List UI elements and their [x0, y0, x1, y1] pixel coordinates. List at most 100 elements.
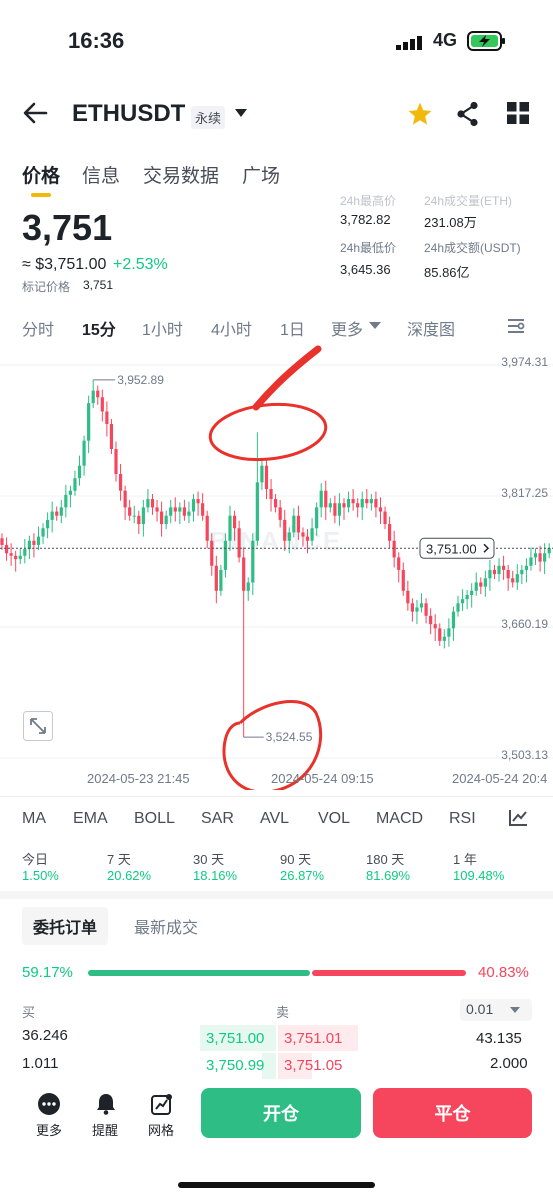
bottom-more-label[interactable]: 更多: [36, 1120, 62, 1139]
period-label: 7 天: [107, 852, 131, 867]
indicator-rsi[interactable]: RSI: [449, 810, 476, 828]
expand-icon[interactable]: [23, 711, 53, 741]
stat-label: 24h最低价: [340, 241, 397, 255]
annotation-circle-top: [208, 402, 328, 462]
interval-4h[interactable]: 4小时: [211, 316, 252, 340]
bottom-alert-label[interactable]: 提醒: [92, 1120, 118, 1139]
open-position-button[interactable]: 开仓: [201, 1088, 361, 1138]
interval-15m[interactable]: 15分: [82, 316, 116, 340]
interval-depth[interactable]: 深度图: [407, 316, 455, 340]
interval-1h[interactable]: 1小时: [142, 316, 183, 340]
candle-body: [305, 536, 310, 541]
interval-more[interactable]: 更多: [331, 316, 363, 340]
close-position-button[interactable]: 平仓: [373, 1088, 532, 1138]
candle-body: [406, 590, 410, 604]
bell-icon[interactable]: [95, 1093, 117, 1115]
stat-label: 24h最高价: [340, 194, 397, 208]
candle-body: [483, 578, 487, 587]
interval-time-sharing[interactable]: 分时: [22, 316, 54, 340]
candle-body: [64, 494, 68, 508]
ask-price[interactable]: 3,751.01: [284, 1030, 342, 1047]
candle-body: [292, 515, 296, 533]
candle-body: [205, 515, 209, 541]
y-tick: 3,503.13: [501, 748, 548, 762]
ask-qty[interactable]: 43.135: [476, 1030, 522, 1047]
candle-body: [132, 515, 136, 517]
candle-body: [155, 507, 159, 512]
more-icon[interactable]: [38, 1093, 60, 1115]
candle-body: [191, 499, 196, 512]
bid-qty[interactable]: 1.011: [22, 1055, 58, 1072]
candle-body: [424, 603, 428, 616]
grid-icon[interactable]: [507, 102, 529, 124]
back-arrow-icon[interactable]: [22, 101, 48, 125]
tab-orderbook[interactable]: 委托订单: [22, 907, 109, 945]
candle-body: [296, 515, 300, 533]
candle-body: [96, 390, 100, 398]
period-label: 180 天: [366, 852, 405, 867]
candle-body: [287, 532, 291, 541]
indicator-vol[interactable]: VOL: [318, 810, 350, 828]
bid-price[interactable]: 3,750.99: [206, 1057, 264, 1074]
candle-body: [488, 569, 492, 579]
interval-1d[interactable]: 1日: [280, 316, 305, 340]
tab-latest-trades[interactable]: 最新成交: [134, 914, 198, 938]
candle-body: [524, 565, 528, 570]
price-usd: ≈ $3,751.00: [22, 256, 107, 273]
candle-body: [146, 499, 150, 508]
star-icon[interactable]: [407, 101, 433, 127]
indicator-ma[interactable]: MA: [22, 810, 46, 828]
candle-body: [4, 544, 9, 554]
contract-type-badge[interactable]: 永续: [191, 106, 226, 129]
chevron-down-icon[interactable]: [235, 108, 247, 118]
candle-body: [269, 489, 273, 500]
chevron-down-icon[interactable]: [369, 321, 381, 330]
precision-select[interactable]: 0.01: [460, 999, 532, 1021]
candle-body: [419, 603, 424, 608]
share-icon[interactable]: [456, 101, 480, 127]
indicator-ema[interactable]: EMA: [73, 810, 108, 828]
ask-qty[interactable]: 2.000: [490, 1055, 528, 1072]
price-chart[interactable]: BINANCE 3,952.893,524.55 3,974.313,817.2…: [0, 345, 553, 790]
buy-ratio-bar: [88, 970, 310, 976]
candle-body: [32, 540, 36, 545]
mark-price-value: 3,751: [83, 278, 114, 292]
candle-body: [397, 557, 401, 570]
indicator-macd[interactable]: MACD: [376, 810, 423, 828]
bid-qty[interactable]: 36.246: [22, 1027, 68, 1044]
tab-info[interactable]: 信息: [82, 161, 120, 188]
candle-body: [59, 507, 63, 516]
indicator-boll[interactable]: BOLL: [134, 810, 175, 828]
indicator-sar[interactable]: SAR: [201, 810, 234, 828]
x-tick: 2024-05-23 21:45: [87, 771, 190, 786]
bottom-grid-label[interactable]: 网格: [148, 1120, 174, 1139]
candle-body: [260, 465, 264, 483]
tab-square[interactable]: 广场: [242, 161, 280, 188]
indicator-avl[interactable]: AVL: [260, 810, 289, 828]
candle-body: [55, 511, 59, 516]
ask-price[interactable]: 3,751.05: [284, 1057, 342, 1074]
symbol-title[interactable]: ETHUSDT: [72, 100, 185, 128]
tab-price[interactable]: 价格: [22, 161, 60, 188]
stat-value: 85.86亿: [424, 265, 470, 280]
candle-body: [301, 532, 305, 537]
status-time: 16:36: [68, 28, 125, 53]
candle-body: [50, 511, 54, 520]
last-price: 3,751: [22, 207, 113, 248]
chart-settings-icon[interactable]: [506, 318, 526, 334]
grid-chart-icon[interactable]: [151, 1093, 173, 1115]
candle-body: [36, 536, 41, 545]
tab-trading-data[interactable]: 交易数据: [143, 161, 219, 188]
candle-body: [333, 503, 337, 516]
period-value: 26.87%: [280, 868, 325, 883]
candle-body: [196, 499, 200, 504]
buy-label: 买: [22, 1005, 36, 1020]
candle-body: [360, 499, 364, 508]
bid-price[interactable]: 3,751.00: [206, 1030, 264, 1047]
candle-body: [187, 511, 191, 516]
candle-body: [100, 397, 104, 412]
candle-body: [374, 499, 378, 508]
indicator-settings-icon[interactable]: [508, 809, 528, 827]
candle-body: [91, 390, 95, 404]
candle-body: [283, 519, 287, 541]
